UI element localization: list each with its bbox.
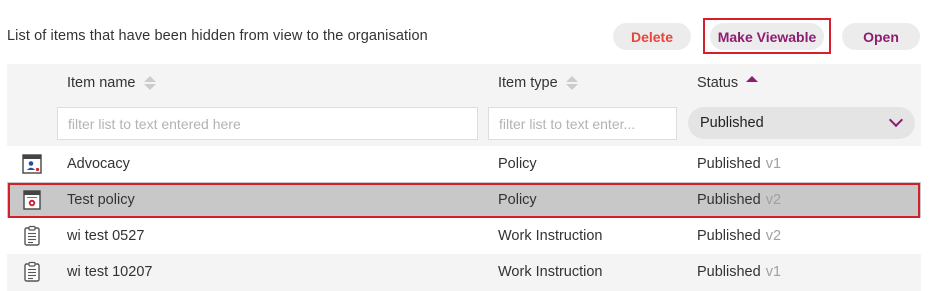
sort-ascending-icon — [746, 75, 759, 91]
column-header-item-type[interactable]: Item type — [498, 64, 578, 101]
item-status: Published v2 — [697, 182, 781, 218]
version-text: v2 — [765, 228, 782, 244]
status-text: Published — [697, 228, 761, 244]
sort-icon — [143, 75, 156, 91]
policy-user-icon — [22, 154, 42, 174]
open-button[interactable]: Open — [842, 23, 920, 50]
item-type: Work Instruction — [498, 264, 603, 280]
version-text: v2 — [765, 192, 782, 208]
table-row[interactable]: Advocacy Policy Published v1 — [7, 146, 921, 182]
column-header-status[interactable]: Status — [697, 64, 759, 101]
item-status: Published v1 — [697, 254, 781, 290]
item-name: Advocacy — [67, 156, 130, 172]
item-type-filter-input[interactable] — [488, 107, 677, 140]
toolbar: List of items that have been hidden from… — [0, 0, 931, 64]
item-type: Policy — [498, 192, 537, 208]
item-status: Published v1 — [697, 146, 781, 182]
status-filter-select[interactable]: Published — [688, 107, 915, 139]
item-type: Policy — [498, 156, 537, 172]
status-filter-value: Published — [700, 115, 764, 131]
make-viewable-button[interactable]: Make Viewable — [710, 23, 824, 50]
item-status: Published v2 — [697, 218, 781, 254]
version-text: v1 — [765, 156, 782, 172]
item-name: Test policy — [67, 192, 135, 208]
status-text: Published — [697, 264, 761, 280]
clipboard-icon — [24, 261, 40, 282]
status-text: Published — [697, 192, 761, 208]
table-row[interactable]: wi test 0527 Work Instruction Published … — [7, 218, 921, 254]
chevron-down-icon — [888, 112, 904, 128]
clipboard-icon — [24, 225, 40, 246]
item-name-filter-input[interactable] — [57, 107, 478, 140]
column-header-item-name-label: Item name — [67, 74, 136, 91]
status-text: Published — [697, 156, 761, 172]
column-header-item-type-label: Item type — [498, 74, 558, 91]
version-text: v1 — [765, 264, 782, 280]
column-header-item-name[interactable]: Item name — [67, 64, 156, 101]
hidden-items-table: Item name Item type Status Published Adv… — [7, 64, 921, 291]
table-row[interactable]: wi test 10207 Work Instruction Published… — [7, 254, 921, 290]
policy-document-icon — [23, 190, 41, 210]
page-title: List of items that have been hidden from… — [7, 28, 428, 44]
item-name: wi test 0527 — [67, 228, 145, 244]
sort-icon — [565, 75, 578, 91]
item-type: Work Instruction — [498, 228, 603, 244]
table-row-selected[interactable]: Test policy Policy Published v2 — [7, 182, 921, 218]
delete-button[interactable]: Delete — [613, 23, 691, 50]
item-name: wi test 10207 — [67, 264, 153, 280]
column-header-status-label: Status — [697, 74, 739, 91]
